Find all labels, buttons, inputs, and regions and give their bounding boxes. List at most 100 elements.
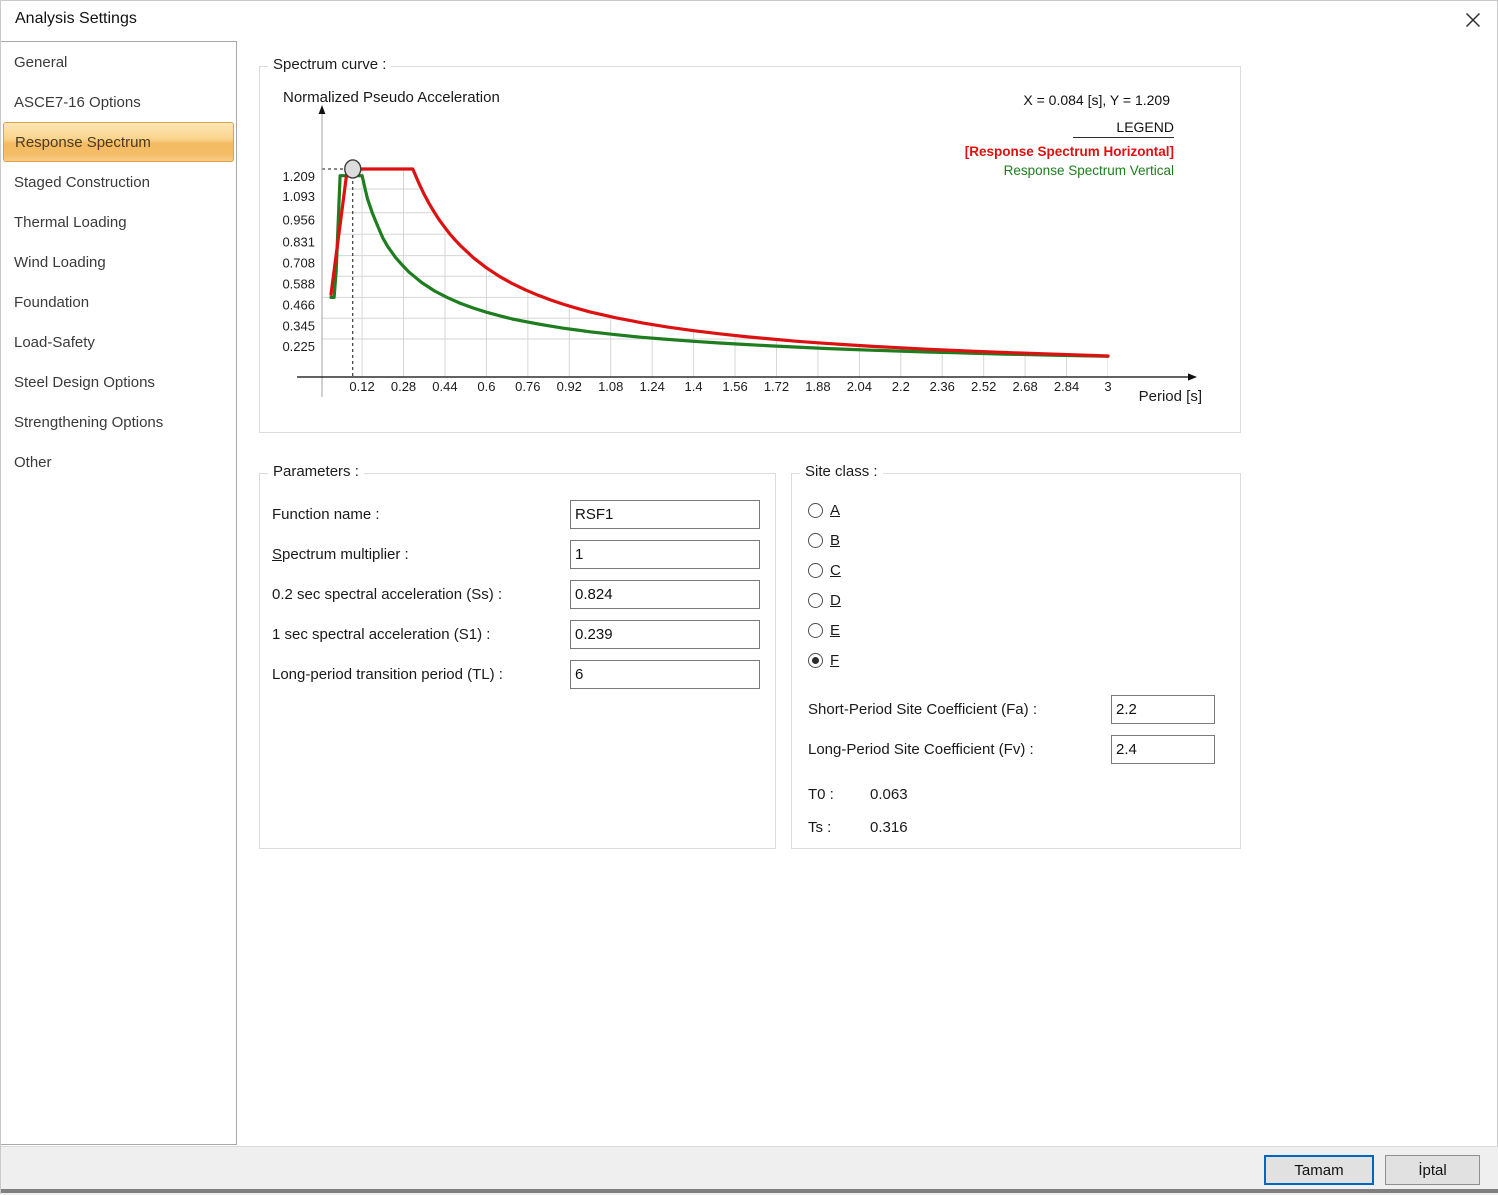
x-tick-0.76: 0.76 <box>515 379 540 394</box>
dialog-title: Analysis Settings <box>15 10 137 28</box>
x-tick-1.24: 1.24 <box>640 379 665 394</box>
site-class-label-f: F <box>830 652 839 669</box>
parameters-group-label: Parameters : <box>268 463 364 480</box>
x-tick-0.44: 0.44 <box>432 379 457 394</box>
cursor-marker <box>345 160 361 178</box>
readonly-label-ts: Ts : <box>808 819 831 836</box>
site-class-radio-f[interactable] <box>808 653 823 668</box>
site-class-option-c[interactable]: C <box>808 555 841 585</box>
cancel-button[interactable]: İptal <box>1385 1155 1480 1185</box>
sidebar-item-staged-construction[interactable]: Staged Construction <box>1 162 236 202</box>
x-tick-1.88: 1.88 <box>805 379 830 394</box>
parameter-label-0-2-sec-spectral-acceleration-ss: 0.2 sec spectral acceleration (Ss) : <box>272 580 502 610</box>
parameter-row-function-name: Function name : <box>260 500 775 530</box>
site-coeff-label-0: Short-Period Site Coefficient (Fa) : <box>808 695 1037 725</box>
chart-grid <box>322 127 1108 377</box>
site-class-option-d[interactable]: D <box>808 585 841 615</box>
site-class-radio-d[interactable] <box>808 593 823 608</box>
site-coeff-input-0[interactable] <box>1111 695 1215 724</box>
site-class-radio-c[interactable] <box>808 563 823 578</box>
parameter-input-long-period-transition-period-tl[interactable] <box>570 660 760 689</box>
site-class-label-e: E <box>830 622 840 639</box>
y-tick-1.209: 1.209 <box>282 169 315 184</box>
sidebar-item-foundation[interactable]: Foundation <box>1 282 236 322</box>
footer-bar: Tamam İptal <box>1 1146 1498 1195</box>
site-coeff-row-0: Short-Period Site Coefficient (Fa) : <box>792 695 1240 725</box>
x-tick-2.52: 2.52 <box>971 379 996 394</box>
x-tick-1.4: 1.4 <box>685 379 703 394</box>
sidebar-item-wind-loading[interactable]: Wind Loading <box>1 242 236 282</box>
x-tick-2.2: 2.2 <box>892 379 910 394</box>
ok-button[interactable]: Tamam <box>1264 1155 1374 1185</box>
x-tick-0.6: 0.6 <box>477 379 495 394</box>
y-axis-arrow <box>319 105 326 114</box>
x-tick-1.56: 1.56 <box>722 379 747 394</box>
x-tick-1.72: 1.72 <box>764 379 789 394</box>
x-tick-0.28: 0.28 <box>391 379 416 394</box>
vertical-spectrum-curve <box>331 176 1108 357</box>
sidebar-item-response-spectrum[interactable]: Response Spectrum <box>3 122 234 162</box>
analysis-settings-dialog: Analysis Settings GeneralASCE7-16 Option… <box>0 0 1498 1194</box>
spectrum-curve-group: Spectrum curve : Normalized Pseudo Accel… <box>259 66 1241 433</box>
settings-sidebar: GeneralASCE7-16 OptionsResponse Spectrum… <box>1 41 237 1145</box>
site-coeff-label-1: Long-Period Site Coefficient (Fv) : <box>808 735 1034 765</box>
site-class-label-a: A <box>830 502 840 519</box>
parameter-input-0-2-sec-spectral-acceleration-ss[interactable] <box>570 580 760 609</box>
horizontal-spectrum-curve <box>331 169 1108 356</box>
site-coeff-row-1: Long-Period Site Coefficient (Fv) : <box>792 735 1240 765</box>
x-tick-3: 3 <box>1104 379 1111 394</box>
x-tick-2.68: 2.68 <box>1012 379 1037 394</box>
parameter-input-function-name[interactable] <box>570 500 760 529</box>
x-tick-2.04: 2.04 <box>847 379 872 394</box>
y-tick-0.345: 0.345 <box>282 318 315 333</box>
close-icon <box>1465 12 1481 28</box>
tick-labels: 0.120.280.440.60.760.921.081.241.41.561.… <box>282 169 1111 394</box>
sidebar-item-strengthening-options[interactable]: Strengthening Options <box>1 402 236 442</box>
parameter-label-function-name: Function name : <box>272 500 380 530</box>
window-bottom-edge <box>1 1189 1498 1193</box>
sidebar-item-steel-design-options[interactable]: Steel Design Options <box>1 362 236 402</box>
sidebar-item-load-safety[interactable]: Load-Safety <box>1 322 236 362</box>
y-tick-0.956: 0.956 <box>282 213 315 228</box>
parameter-input-1-sec-spectral-acceleration-s1[interactable] <box>570 620 760 649</box>
y-tick-0.466: 0.466 <box>282 297 315 312</box>
close-button[interactable] <box>1462 9 1484 31</box>
site-class-label-d: D <box>830 592 841 609</box>
site-class-label-b: B <box>830 532 840 549</box>
parameters-group: Parameters : Function name :Spectrum mul… <box>259 473 776 849</box>
parameter-row-spectrum-multiplier: Spectrum multiplier : <box>260 540 775 570</box>
site-class-radio-a[interactable] <box>808 503 823 518</box>
sidebar-item-thermal-loading[interactable]: Thermal Loading <box>1 202 236 242</box>
x-tick-0.12: 0.12 <box>349 379 374 394</box>
y-tick-0.831: 0.831 <box>282 234 315 249</box>
site-class-option-f[interactable]: F <box>808 645 839 675</box>
readonly-value-t0: 0.063 <box>870 786 908 803</box>
x-axis-arrow <box>1188 373 1197 380</box>
y-tick-0.588: 0.588 <box>282 276 315 291</box>
parameter-row-0-2-sec-spectral-acceleration-ss: 0.2 sec spectral acceleration (Ss) : <box>260 580 775 610</box>
site-class-radio-b[interactable] <box>808 533 823 548</box>
site-class-group: Site class : ABCDEFShort-Period Site Coe… <box>791 473 1241 849</box>
y-tick-0.708: 0.708 <box>282 256 315 271</box>
parameter-label-long-period-transition-period-tl: Long-period transition period (TL) : <box>272 660 503 690</box>
readonly-label-t0: T0 : <box>808 786 834 803</box>
y-tick-0.225: 0.225 <box>282 339 315 354</box>
x-tick-2.36: 2.36 <box>930 379 955 394</box>
x-axis-title: Period [s] <box>1139 388 1202 405</box>
x-tick-2.84: 2.84 <box>1054 379 1079 394</box>
site-class-option-a[interactable]: A <box>808 495 840 525</box>
site-class-option-b[interactable]: B <box>808 525 840 555</box>
sidebar-item-other[interactable]: Other <box>1 442 236 482</box>
spectrum-chart[interactable]: 0.120.280.440.60.760.921.081.241.41.561.… <box>260 67 1242 434</box>
site-class-option-e[interactable]: E <box>808 615 840 645</box>
parameter-input-spectrum-multiplier[interactable] <box>570 540 760 569</box>
sidebar-item-general[interactable]: General <box>1 42 236 82</box>
y-tick-1.093: 1.093 <box>282 189 315 204</box>
parameter-row-long-period-transition-period-tl: Long-period transition period (TL) : <box>260 660 775 690</box>
parameter-label-1-sec-spectral-acceleration-s1: 1 sec spectral acceleration (S1) : <box>272 620 490 650</box>
x-tick-1.08: 1.08 <box>598 379 623 394</box>
site-class-radio-e[interactable] <box>808 623 823 638</box>
sidebar-item-asce7-16-options[interactable]: ASCE7-16 Options <box>1 82 236 122</box>
site-class-label-c: C <box>830 562 841 579</box>
site-coeff-input-1[interactable] <box>1111 735 1215 764</box>
